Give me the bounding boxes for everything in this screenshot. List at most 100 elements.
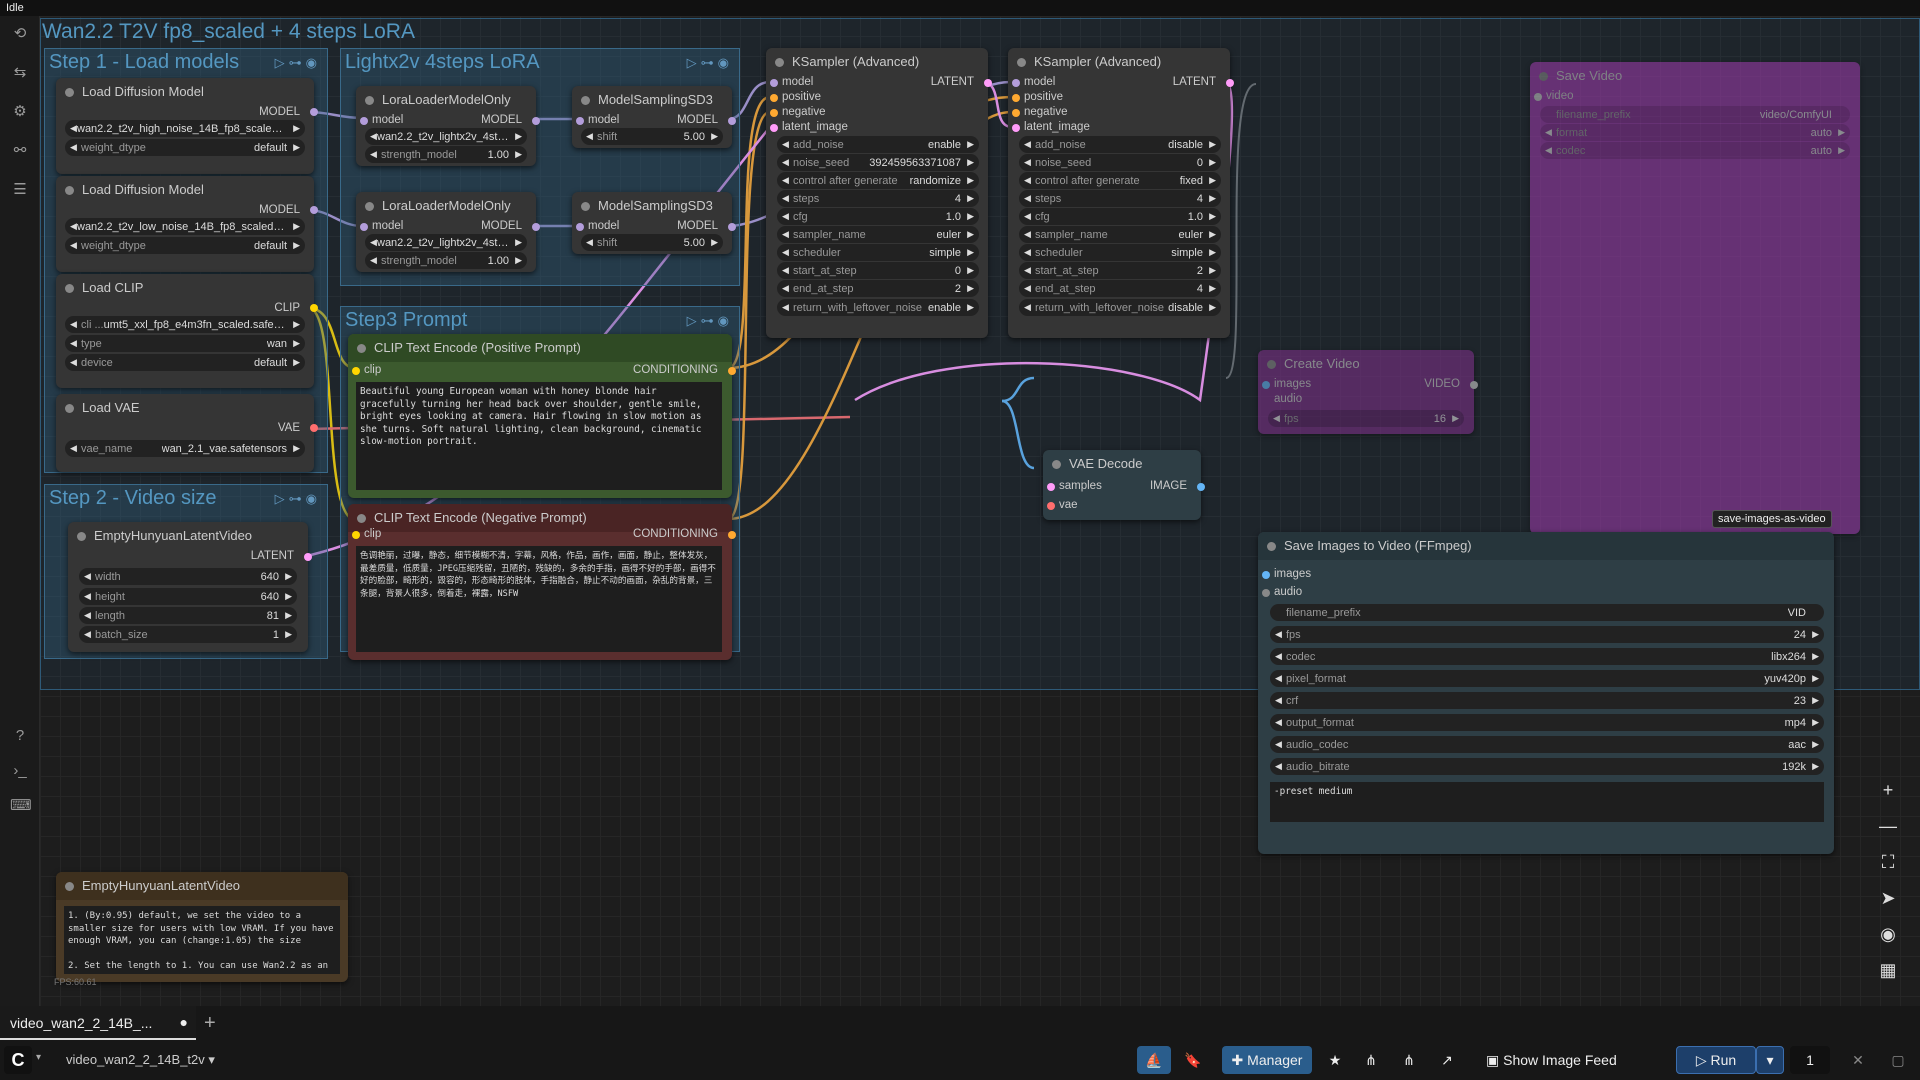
- toggle-links-icon[interactable]: ◉: [1872, 918, 1904, 950]
- output-socket[interactable]: [728, 223, 736, 231]
- widget-noise-seed[interactable]: ◀ noise_seed 0 ▶: [1019, 154, 1221, 171]
- node-negative-prompt[interactable]: CLIP Text Encode (Negative Prompt) clip …: [348, 504, 736, 660]
- widget-vae-name[interactable]: ◀ vae_name wan_2.1_vae.safetensors ▶: [65, 440, 305, 457]
- node-load-diffusion-high[interactable]: Load Diffusion Model MODEL ◀ wan2.2_t2v_h…: [56, 78, 318, 174]
- node-lora-loader-2[interactable]: LoraLoaderModelOnly model MODEL ◀ wan2.2_…: [356, 192, 540, 272]
- prompt-textarea[interactable]: Beautiful young European woman with hone…: [356, 382, 722, 490]
- widget-crf[interactable]: ◀ crf 23 ▶: [1270, 692, 1824, 709]
- run-button[interactable]: ▷ Run: [1676, 1046, 1756, 1074]
- widget-end-at-step[interactable]: ◀ end_at_step 4 ▶: [1019, 280, 1221, 297]
- widget-control-after-generate[interactable]: ◀ control after generate randomize ▶: [777, 172, 979, 189]
- input-socket[interactable]: [1012, 109, 1020, 117]
- node-load-clip[interactable]: Load CLIP CLIP ◀ cli ... umt5_xxl_fp8_e4m3…: [56, 274, 318, 388]
- widget-add-noise[interactable]: ◀ add_noise enable ▶: [777, 136, 979, 153]
- workflows-icon[interactable]: ☰: [10, 180, 30, 200]
- widget-audio-codec[interactable]: ◀ audio_codec aac ▶: [1270, 736, 1824, 753]
- output-socket[interactable]: [1470, 381, 1478, 389]
- widget-lora-name[interactable]: ◀wan2.2_t2v_lightx2v_4steps_lora ...▶: [365, 234, 527, 251]
- widget-codec[interactable]: ◀ codec auto ▶: [1540, 142, 1850, 159]
- output-socket[interactable]: [532, 223, 540, 231]
- node-create-video[interactable]: Create Video images audio VIDEO ◀ fps 16 ▶: [1258, 350, 1478, 434]
- input-socket[interactable]: [360, 117, 368, 125]
- widget-steps[interactable]: ◀ steps 4 ▶: [777, 190, 979, 207]
- input-socket[interactable]: [770, 79, 778, 87]
- prompt-textarea[interactable]: 色调艳丽，过曝，静态，细节模糊不清，字幕，风格，作品，画作，画面，静止，整体发灰…: [356, 546, 722, 652]
- widget-filename-prefix[interactable]: filename_prefix VID: [1270, 604, 1824, 621]
- widget-unet-name[interactable]: ◀ wan2.2_t2v_high_noise_14B_fp8_scaled.sa…: [65, 120, 305, 137]
- comfy-logo-icon[interactable]: C: [4, 1046, 32, 1074]
- extra-args-textarea[interactable]: -preset medium: [1270, 782, 1824, 822]
- widget-device[interactable]: ◀ device default ▶: [65, 354, 305, 371]
- widget-audio-bitrate[interactable]: ◀ audio_bitrate 192k ▶: [1270, 758, 1824, 775]
- widget-lora-name[interactable]: ◀wan2.2_t2v_lightx2v_4steps_lora ...▶: [365, 128, 527, 145]
- show-image-feed-button[interactable]: ▣ Show Image Feed: [1480, 1046, 1640, 1074]
- output-socket[interactable]: [728, 367, 736, 375]
- node-load-vae[interactable]: Load VAE VAE ◀ vae_name wan_2.1_vae.safete…: [56, 394, 318, 472]
- help-icon[interactable]: ?: [10, 726, 30, 746]
- node-empty-latent-video[interactable]: EmptyHunyuanLatentVideo LATENT ◀ width 640…: [68, 522, 312, 652]
- node-model-sampling-2[interactable]: ModelSamplingSD3 model MODEL ◀ shift 5.00 ▶: [572, 192, 736, 254]
- input-socket[interactable]: [770, 94, 778, 102]
- input-socket[interactable]: [770, 109, 778, 117]
- select-mode-icon[interactable]: ➤: [1872, 882, 1904, 914]
- output-socket[interactable]: [728, 531, 736, 539]
- widget-length[interactable]: ◀ length 81 ▶: [79, 607, 297, 624]
- widget-sampler-name[interactable]: ◀ sampler_name euler ▶: [777, 226, 979, 243]
- widget-scheduler[interactable]: ◀ scheduler simple ▶: [1019, 244, 1221, 261]
- widget-fps[interactable]: ◀ fps 24 ▶: [1270, 626, 1824, 643]
- output-socket[interactable]: [1226, 79, 1234, 87]
- input-socket[interactable]: [1012, 94, 1020, 102]
- output-socket[interactable]: [310, 304, 318, 312]
- widget-control-after-generate[interactable]: ◀ control after generate fixed ▶: [1019, 172, 1221, 189]
- output-socket[interactable]: [304, 553, 312, 561]
- fit-view-icon[interactable]: ⛶: [1872, 846, 1904, 878]
- widget-cfg[interactable]: ◀ cfg 1.0 ▶: [777, 208, 979, 225]
- node-ksampler-1[interactable]: KSampler (Advanced) model LATENT positiv…: [766, 48, 992, 338]
- input-socket[interactable]: [576, 223, 584, 231]
- widget-noise-seed[interactable]: ◀ noise_seed 392459563371087 ▶: [777, 154, 979, 171]
- widget-scheduler[interactable]: ◀ scheduler simple ▶: [777, 244, 979, 261]
- manager-button[interactable]: ✚ Manager: [1222, 1046, 1312, 1074]
- widget-weight-dtype[interactable]: ◀ weight_dtype default ▶: [65, 139, 305, 156]
- widget-width[interactable]: ◀ width 640 ▶: [79, 568, 297, 585]
- widget-pixel-format[interactable]: ◀ pixel_format yuv420p ▶: [1270, 670, 1824, 687]
- input-socket[interactable]: [1047, 502, 1055, 510]
- run-options-chevron-icon[interactable]: ▾: [1756, 1046, 1784, 1074]
- workflow-tab[interactable]: video_wan2_2_14B_... ●: [0, 1006, 196, 1040]
- cancel-icon[interactable]: ✕: [1844, 1046, 1872, 1074]
- widget-return-with-leftover-noise[interactable]: ◀ return_with_leftover_noise disable ▶: [1019, 299, 1221, 316]
- group-actions-icon[interactable]: ▷⊶◉: [687, 55, 733, 71]
- node-model-sampling-1[interactable]: ModelSamplingSD3 model MODEL ◀ shift 5.00 ▶: [572, 86, 736, 148]
- node-save-video[interactable]: Save Video video filename_prefix video/Co…: [1530, 62, 1860, 534]
- widget-start-at-step[interactable]: ◀ start_at_step 0 ▶: [777, 262, 979, 279]
- node-save-images-ffmpeg[interactable]: Save Images to Video (FFmpeg) images aud…: [1258, 532, 1834, 854]
- keyboard-icon[interactable]: ⌨: [10, 796, 32, 816]
- minimap-icon[interactable]: ▦: [1872, 954, 1904, 986]
- new-tab-icon[interactable]: +: [204, 1012, 216, 1035]
- input-socket[interactable]: [1534, 93, 1542, 101]
- widget-add-noise[interactable]: ◀ add_noise disable ▶: [1019, 136, 1221, 153]
- share-icon[interactable]: ↗: [1432, 1046, 1462, 1074]
- output-socket[interactable]: [532, 117, 540, 125]
- widget-fps[interactable]: ◀ fps 16 ▶: [1268, 410, 1464, 427]
- model-library-icon[interactable]: ⚯: [10, 141, 30, 161]
- input-socket[interactable]: [576, 117, 584, 125]
- widget-shift[interactable]: ◀ shift 5.00 ▶: [581, 234, 723, 251]
- widget-type[interactable]: ◀ type wan ▶: [65, 335, 305, 352]
- input-socket[interactable]: [352, 531, 360, 539]
- input-socket[interactable]: [1012, 124, 1020, 132]
- widget-output-format[interactable]: ◀ output_format mp4 ▶: [1270, 714, 1824, 731]
- comfy-icon-button[interactable]: ⛵: [1137, 1046, 1171, 1074]
- widget-codec[interactable]: ◀ codec libx264 ▶: [1270, 648, 1824, 665]
- widget-weight-dtype[interactable]: ◀ weight_dtype default ▶: [65, 237, 305, 254]
- widget-strength-model[interactable]: ◀ strength_model 1.00 ▶: [365, 146, 527, 163]
- output-socket[interactable]: [1197, 483, 1205, 491]
- input-socket[interactable]: [1262, 589, 1270, 597]
- widget-clip-name[interactable]: ◀ cli ... umt5_xxl_fp8_e4m3fn_scaled.safet…: [65, 316, 305, 333]
- widget-end-at-step[interactable]: ◀ end_at_step 2 ▶: [777, 280, 979, 297]
- chevron-down-icon[interactable]: ▾: [36, 1052, 41, 1063]
- bookmark-icon[interactable]: 🔖: [1178, 1046, 1208, 1074]
- queue-panel-icon[interactable]: ▢: [1884, 1046, 1912, 1074]
- widget-shift[interactable]: ◀ shift 5.00 ▶: [581, 128, 723, 145]
- graph-canvas[interactable]: Wan2.2 T2V fp8_scaled + 4 steps LoRA Ste…: [40, 16, 1920, 1006]
